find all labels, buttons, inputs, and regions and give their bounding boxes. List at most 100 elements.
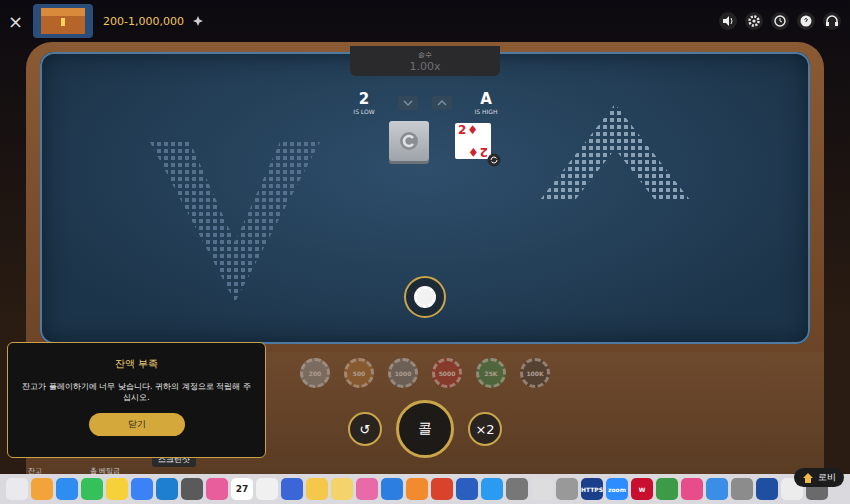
pin-icon[interactable] [192, 15, 204, 27]
card-rank: 2 [480, 146, 488, 158]
chip-value: 5000 [439, 370, 456, 377]
dock-app[interactable] [706, 478, 728, 500]
chip[interactable]: 1000 [388, 358, 418, 388]
dock-app[interactable] [81, 478, 103, 500]
card-corner: 2♦ [458, 124, 488, 136]
dock: 27 HTTPS zoom W [0, 474, 850, 504]
dock-app[interactable] [6, 478, 28, 500]
lobby-icon [802, 472, 814, 484]
hint-text: IS LOW [353, 108, 374, 115]
card-row: 2♦2♦ [389, 121, 491, 161]
dock-app[interactable] [156, 478, 178, 500]
arrow-down-icon [398, 96, 418, 110]
volume-icon[interactable] [718, 11, 738, 31]
chip-value: 200 [309, 370, 322, 377]
lobby-label: 로비 [818, 471, 836, 484]
dock-app[interactable] [356, 478, 378, 500]
header-icons [718, 11, 842, 31]
dock-app[interactable] [306, 478, 328, 500]
chip[interactable]: 100K [520, 358, 550, 388]
dock-app[interactable] [106, 478, 128, 500]
chip[interactable]: 5000 [432, 358, 462, 388]
dock-app[interactable] [731, 478, 753, 500]
close-dialog-button[interactable]: 닫기 [89, 413, 185, 436]
dock-app[interactable] [406, 478, 428, 500]
balance-label: 총 베팅금 [90, 466, 120, 476]
dock-app[interactable]: HTTPS [581, 478, 603, 500]
dock-app[interactable] [206, 478, 228, 500]
dock-app[interactable]: W [631, 478, 653, 500]
chip[interactable]: 200 [300, 358, 330, 388]
control-row: ↺ 콜 ×2 [348, 400, 502, 458]
game-screen: ×200-1,000,000승수1.00x2IS LOWAIS HIGH2♦2♦… [0, 0, 850, 504]
dialog-message: 잔고가 플레이하기에 너무 낮습니다. 귀하의 계정으로 적립해 주십시오. [22, 381, 251, 403]
card-suit: ♦ [468, 146, 479, 158]
dock-app[interactable]: 27 [231, 478, 253, 500]
hint-rank: 2 [359, 90, 369, 108]
dock-app[interactable] [531, 478, 553, 500]
bet-limits: 200-1,000,000 [103, 15, 184, 28]
hint-rank: A [480, 90, 492, 108]
lobby-button[interactable]: 로비 [794, 468, 844, 487]
dock-app[interactable] [181, 478, 203, 500]
dock-app-label: W [639, 486, 646, 493]
chip-value: 500 [353, 370, 366, 377]
chip-row: 200 500 1000 5000 25K 100K [300, 358, 550, 388]
dock-app[interactable] [481, 478, 503, 500]
table-felt: 승수1.00x2IS LOWAIS HIGH2♦2♦ [40, 52, 810, 344]
dock-app[interactable] [131, 478, 153, 500]
header-left: × 200-1,000,000 [8, 2, 204, 40]
dialog-title: 잔액 부족 [115, 357, 158, 371]
dock-app[interactable] [256, 478, 278, 500]
dock-app[interactable] [656, 478, 678, 500]
bet-spot-inner [414, 286, 436, 308]
header: × 200-1,000,000 [0, 0, 850, 42]
hint-text: IS HIGH [475, 108, 498, 115]
dock-app[interactable] [281, 478, 303, 500]
arrow-up-icon [432, 96, 452, 110]
deck-logo-icon [398, 130, 420, 152]
gear-icon[interactable] [744, 11, 764, 31]
card-rank: 2 [458, 124, 466, 136]
dock-app[interactable] [431, 478, 453, 500]
chip[interactable]: 500 [344, 358, 374, 388]
chip[interactable]: 25K [476, 358, 506, 388]
treasure-chest-icon [31, 2, 95, 40]
multiplier-label: 승수 [418, 50, 432, 60]
help-icon[interactable] [796, 11, 816, 31]
history-icon[interactable] [770, 11, 790, 31]
balance-labels: 잔고 총 베팅금 [28, 466, 120, 476]
undo-button[interactable]: ↺ [348, 412, 382, 446]
card-deck [389, 121, 429, 161]
balance-label: 잔고 [28, 466, 42, 476]
dock-app[interactable] [56, 478, 78, 500]
multiplier-value: 1.00x [409, 60, 440, 73]
hint-high: AIS HIGH [466, 90, 506, 115]
dock-app[interactable] [556, 478, 578, 500]
swap-card-icon[interactable] [487, 153, 501, 167]
dock-app-label: zoom [608, 486, 626, 493]
dock-app[interactable] [456, 478, 478, 500]
chip-value: 1000 [395, 370, 412, 377]
dock-app[interactable] [756, 478, 778, 500]
double-button[interactable]: ×2 [468, 412, 502, 446]
card-corner: 2♦ [458, 146, 488, 158]
dock-app[interactable] [506, 478, 528, 500]
close-button[interactable]: × [8, 11, 23, 32]
headset-icon[interactable] [822, 11, 842, 31]
dock-app[interactable] [381, 478, 403, 500]
bet-spot[interactable] [404, 276, 446, 318]
call-button[interactable]: 콜 [396, 400, 454, 458]
hint-low: 2IS LOW [344, 90, 384, 115]
lower-chevron-icon[interactable] [150, 142, 320, 302]
dock-app[interactable] [31, 478, 53, 500]
dock-app[interactable] [681, 478, 703, 500]
dock-app-label: 27 [236, 484, 249, 494]
chip-value: 100K [526, 370, 543, 377]
dock-app-label: HTTPS [581, 486, 603, 493]
playing-card: 2♦2♦ [455, 123, 491, 159]
dock-app[interactable] [331, 478, 353, 500]
higher-chevron-icon[interactable] [540, 104, 690, 200]
dock-app[interactable]: zoom [606, 478, 628, 500]
card-suit: ♦ [467, 124, 478, 136]
